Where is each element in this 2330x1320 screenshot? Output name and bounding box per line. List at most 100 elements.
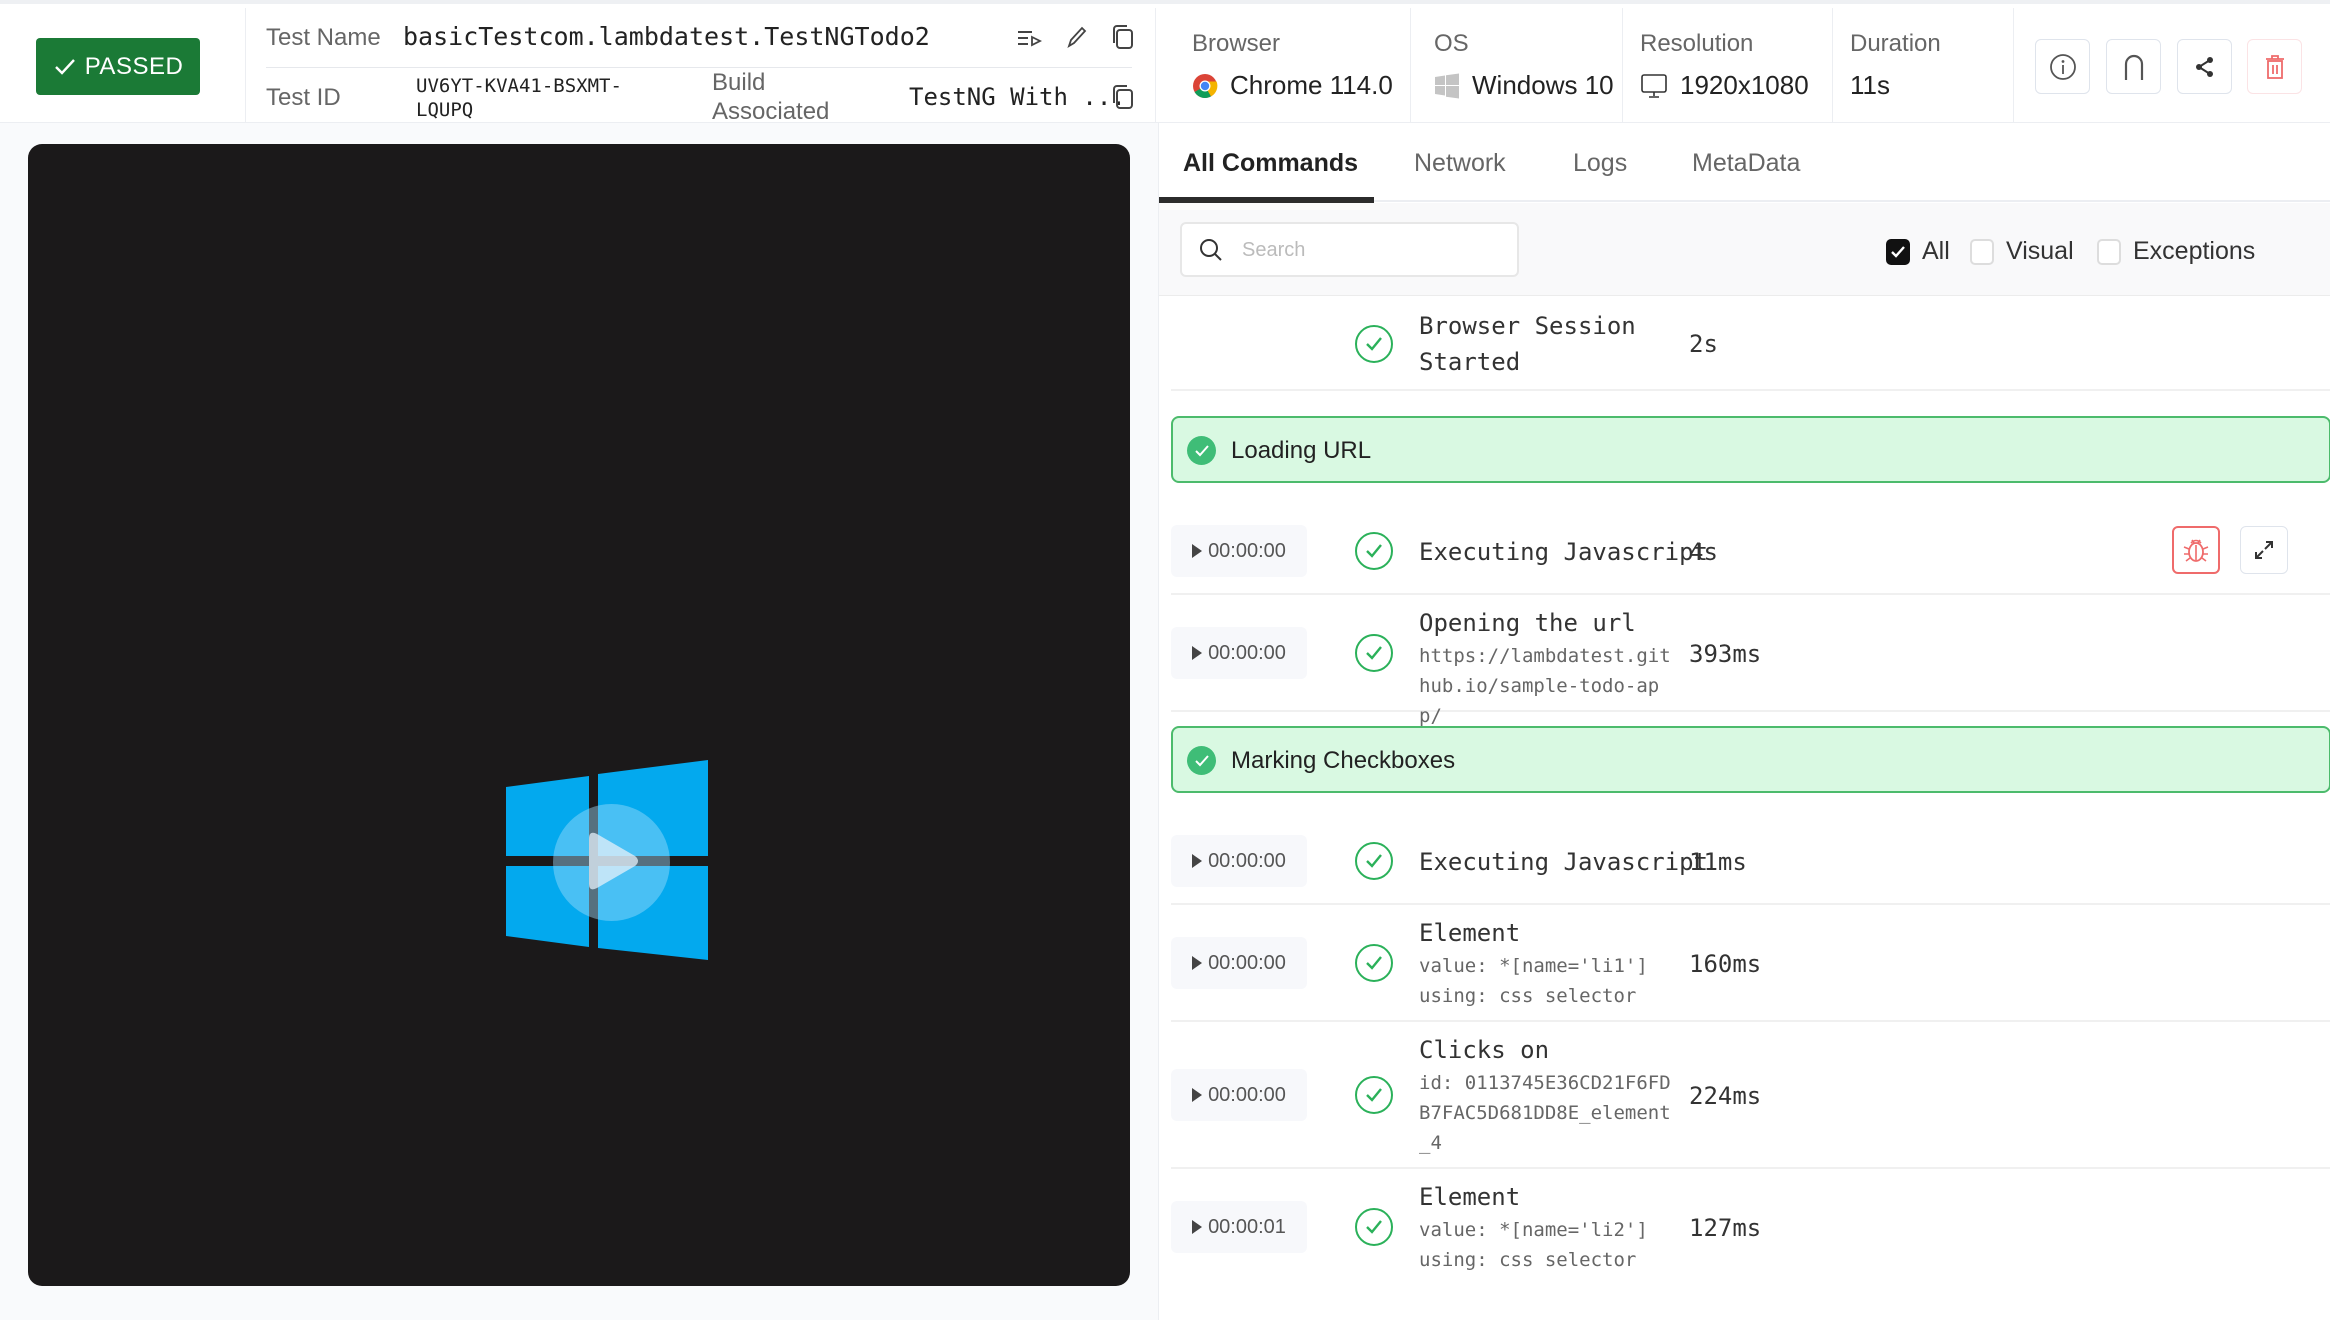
command-detail: value: *[name='li1']	[1419, 955, 1648, 977]
search-box[interactable]	[1180, 222, 1519, 277]
info-icon	[2049, 53, 2076, 80]
chrome-icon	[1193, 73, 1218, 98]
copy-icon[interactable]	[1112, 84, 1134, 115]
test-header: PASSED Test Name basicTestcom.lambdatest…	[0, 0, 2330, 125]
os-info: OS Windows 10	[1410, 8, 1622, 127]
browser-label: Browser	[1192, 30, 1281, 57]
os-value: Windows 10	[1472, 70, 1614, 100]
timestamp-button[interactable]: 00:00:00	[1171, 525, 1307, 577]
bug-button[interactable]	[2172, 526, 2220, 574]
test-name-value: basicTestcom.lambdatest.TestNGTodo2	[403, 22, 930, 51]
command-row[interactable]: 00:00:00 Clicks on id: 0113745E36CD21F6F…	[1171, 1022, 2330, 1169]
command-row[interactable]: 00:00:00 Element value: *[name='li1'] us…	[1171, 905, 2330, 1022]
filter-visual-checkbox[interactable]: Visual	[1970, 237, 2074, 266]
play-icon	[1192, 956, 1203, 970]
play-icon	[1192, 646, 1203, 660]
checkbox-checked[interactable]	[1886, 238, 1910, 265]
tab-metadata[interactable]: MetaData	[1692, 149, 1800, 178]
command-row[interactable]: 00:00:00 Executing Javascript 4s	[1171, 508, 2330, 595]
bug-icon	[2183, 539, 2209, 562]
command-group[interactable]: Marking Checkboxes	[1171, 726, 2330, 793]
command-duration: 2s	[1689, 330, 1718, 358]
divider	[245, 8, 246, 122]
timestamp: 00:00:00	[1208, 641, 1286, 664]
filter-all-label: All	[1922, 237, 1950, 265]
build-value: TestNG With ...	[909, 83, 1126, 111]
share-button[interactable]	[2177, 39, 2232, 94]
duration-info: Duration 11s	[1832, 8, 2013, 127]
command-title: Browser Session Started	[1419, 312, 1636, 376]
timestamp: 00:00:00	[1208, 1083, 1286, 1106]
command-row[interactable]: 00:00:01 Element value: *[name='li2'] us…	[1171, 1169, 2330, 1286]
command-detail: value: *[name='li2']	[1419, 1219, 1648, 1241]
success-check-icon	[1355, 634, 1393, 672]
play-icon	[589, 832, 638, 890]
filter-exceptions-label: Exceptions	[2133, 237, 2256, 265]
magnet-button[interactable]	[2106, 39, 2161, 94]
command-duration: 393ms	[1689, 640, 1762, 668]
timestamp: 00:00:01	[1208, 1215, 1286, 1238]
command-detail: using: css selector	[1419, 985, 1637, 1007]
tab-bar: All Commands Network Logs MetaData	[1159, 123, 2330, 203]
success-check-icon	[1355, 842, 1393, 880]
search-input[interactable]	[1242, 234, 1502, 266]
filter-bar: All Visual Exceptions	[1159, 203, 2330, 296]
play-icon	[1192, 1220, 1203, 1234]
timestamp-button[interactable]: 00:00:00	[1171, 937, 1307, 989]
tab-network[interactable]: Network	[1414, 149, 1506, 178]
command-title: Clicks on	[1419, 1036, 1550, 1064]
checkbox-unchecked[interactable]	[2097, 238, 2121, 265]
checkmark-icon	[1891, 245, 1905, 258]
list-play-icon[interactable]	[1016, 26, 1043, 55]
magnet-icon	[2124, 54, 2143, 80]
command-group[interactable]: Loading URL	[1171, 416, 2330, 483]
test-info: Test Name basicTestcom.lambdatest.TestNG…	[266, 4, 1136, 127]
success-check-icon	[1355, 532, 1393, 570]
delete-button[interactable]	[2247, 39, 2302, 94]
test-id-value: UV6YT-KVA41-BSXMT-LQUPQ	[416, 75, 622, 121]
monitor-icon	[1641, 73, 1667, 98]
timestamp-button[interactable]: 00:00:00	[1171, 835, 1307, 887]
checkbox-unchecked[interactable]	[1970, 238, 1994, 265]
tab-logs[interactable]: Logs	[1573, 149, 1627, 178]
group-success-icon	[1187, 746, 1216, 775]
trash-icon	[2265, 54, 2284, 79]
timestamp-button[interactable]: 00:00:01	[1171, 1201, 1307, 1253]
timestamp-button[interactable]: 00:00:00	[1171, 1069, 1307, 1121]
resolution-info: Resolution 1920x1080	[1622, 8, 1832, 127]
search-icon	[1200, 239, 1222, 261]
filter-exceptions-checkbox[interactable]: Exceptions	[2097, 237, 2255, 266]
command-row[interactable]: 00:00:00 Opening the url https://lambdat…	[1171, 595, 2330, 727]
check-icon	[54, 58, 75, 75]
os-label: OS	[1434, 30, 1469, 57]
pencil-icon[interactable]	[1065, 24, 1089, 55]
command-detail: id: 0113745E36CD21F6FDB7FAC5D681DD8E_ele…	[1419, 1072, 1671, 1154]
filter-all-checkbox[interactable]: All	[1886, 237, 1950, 266]
commands-panel: All Commands Network Logs MetaData All V…	[1158, 123, 2330, 1320]
command-detail: using: css selector	[1419, 1249, 1637, 1271]
video-player[interactable]	[28, 144, 1130, 1286]
browser-value: Chrome 114.0	[1230, 70, 1393, 100]
command-row[interactable]: 00:00:00 Executing Javascript 11ms	[1171, 818, 2330, 905]
timestamp-button[interactable]: 00:00:00	[1171, 627, 1307, 679]
timestamp: 00:00:00	[1208, 951, 1286, 974]
play-button[interactable]	[553, 804, 670, 921]
info-button[interactable]	[2035, 39, 2090, 94]
play-icon	[1192, 1088, 1203, 1102]
test-id-label: Test ID	[266, 84, 341, 111]
command-title: Element	[1419, 1183, 1521, 1211]
command-row[interactable]: Browser Session Started 2s	[1171, 298, 2330, 391]
duration-value: 11s	[1850, 70, 1890, 100]
test-name-label: Test Name	[266, 24, 381, 51]
play-icon	[1192, 544, 1203, 558]
expand-button[interactable]	[2240, 526, 2288, 574]
tab-all-commands[interactable]: All Commands	[1183, 149, 1358, 178]
copy-icon[interactable]	[1112, 24, 1134, 55]
filter-visual-label: Visual	[2006, 237, 2074, 265]
share-icon	[2195, 56, 2213, 77]
timestamp: 00:00:00	[1208, 539, 1286, 562]
windows-icon	[1435, 73, 1459, 98]
command-title: Opening the url	[1419, 609, 1636, 637]
expand-icon	[2255, 541, 2273, 559]
browser-info: Browser Chrome 114.0	[1155, 8, 1410, 127]
